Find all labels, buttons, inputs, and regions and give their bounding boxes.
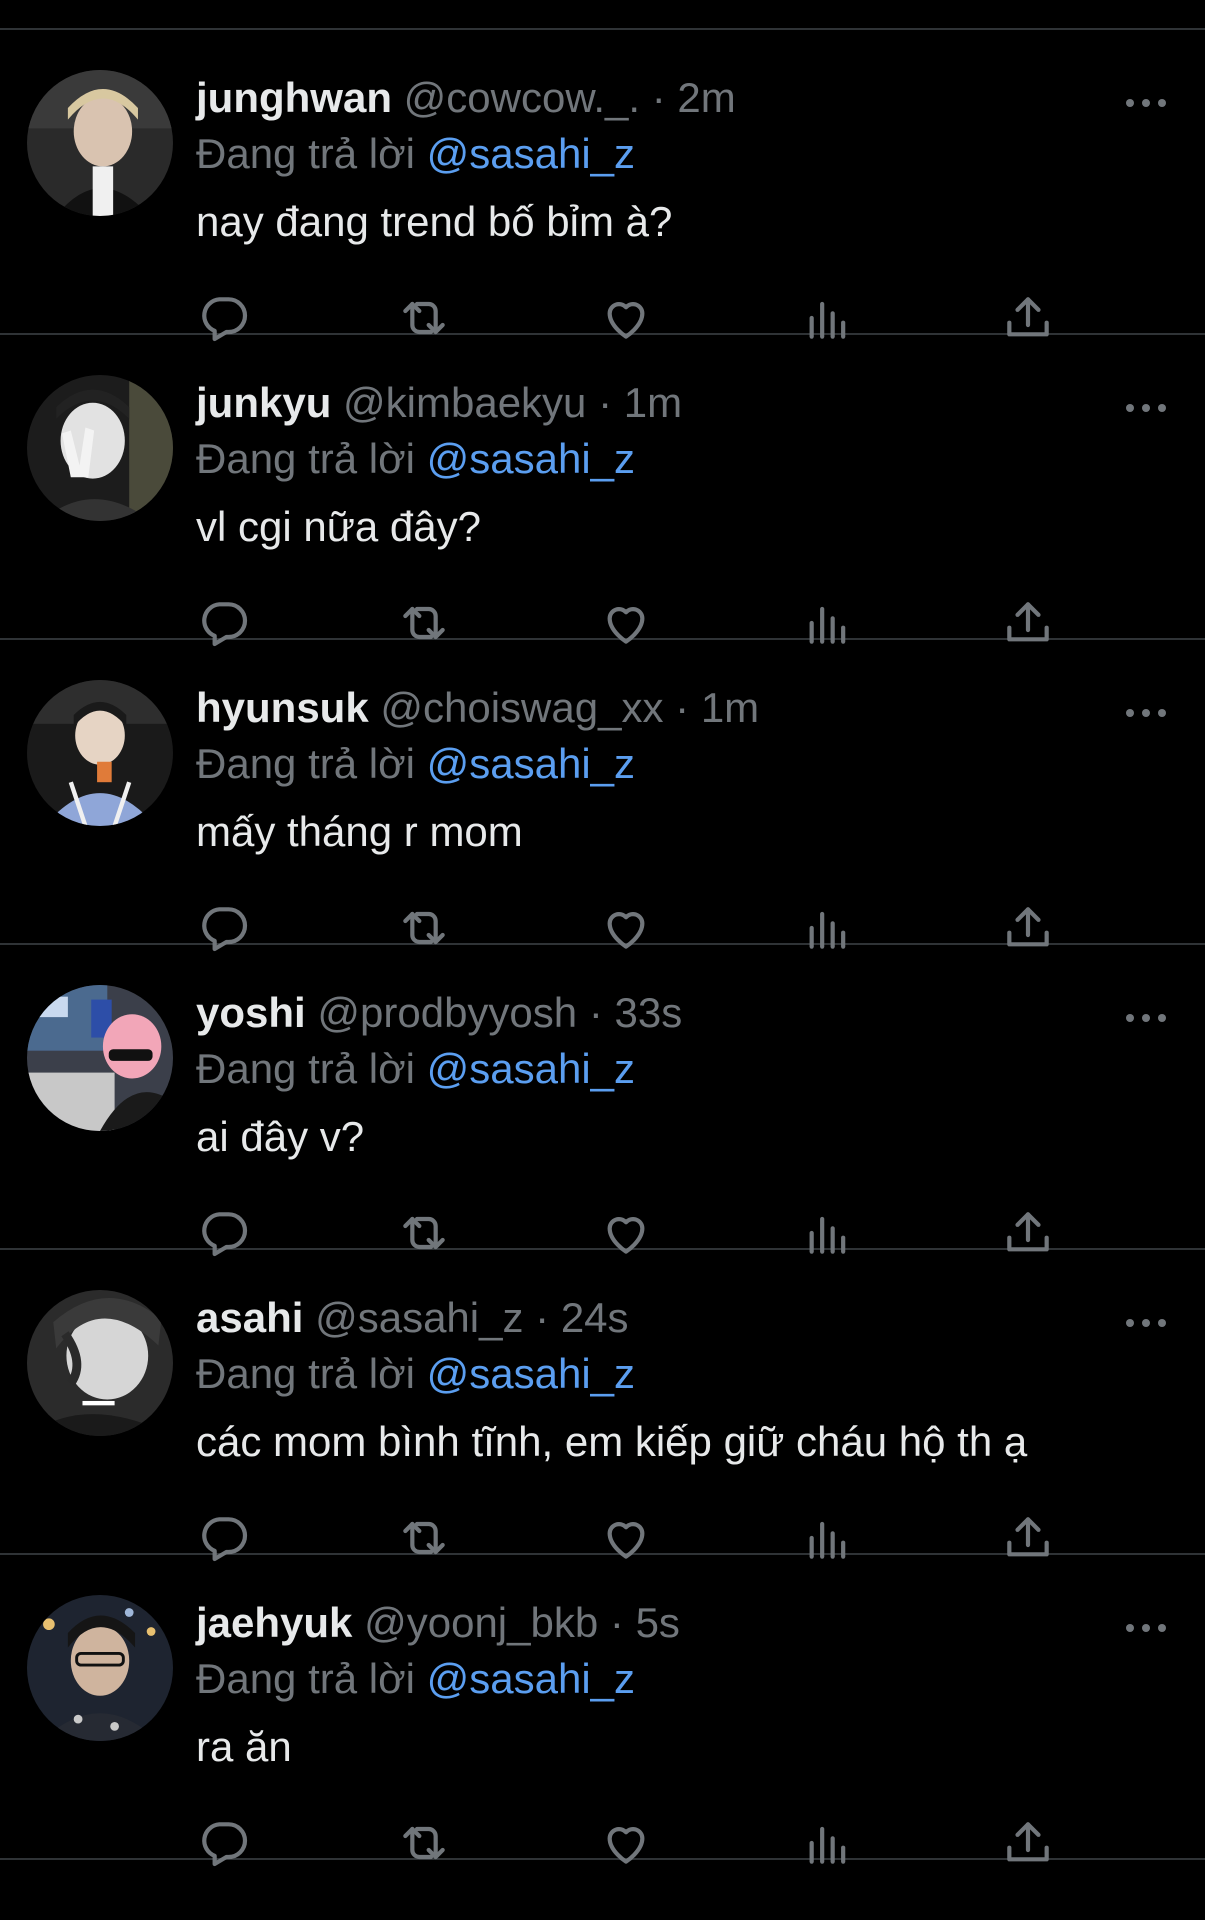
- tweet-header: yoshi @prodbyyosh · 33s: [196, 985, 682, 1041]
- more-icon[interactable]: [1122, 1613, 1170, 1643]
- tweet-text: nay đang trend bố bỉm à?: [196, 198, 673, 245]
- more-icon[interactable]: [1122, 393, 1170, 423]
- reply-icon[interactable]: [196, 1815, 252, 1871]
- timestamp[interactable]: 24s: [561, 1294, 629, 1341]
- tweet-text: mấy tháng r mom: [196, 808, 523, 855]
- replying-to-label: Đang trả lời: [196, 1350, 415, 1397]
- display-name[interactable]: yoshi: [196, 989, 306, 1036]
- display-name[interactable]: jaehyuk: [196, 1599, 352, 1646]
- tweet[interactable]: jaehyuk @yoonj_bkb · 5s Đang trả lời @sa…: [0, 1555, 1205, 1867]
- avatar-photo: [27, 1290, 173, 1436]
- separator-dot: ·: [535, 1294, 550, 1341]
- tweet-header: jaehyuk @yoonj_bkb · 5s: [196, 1595, 680, 1651]
- timestamp[interactable]: 1m: [624, 379, 682, 426]
- tweet[interactable]: hyunsuk @choiswag_xx · 1m Đang trả lời @…: [0, 640, 1205, 952]
- separator-dot: ·: [588, 989, 603, 1036]
- replying-to-label: Đang trả lời: [196, 1045, 415, 1092]
- separator-dot: ·: [598, 379, 613, 426]
- more-icon[interactable]: [1122, 1003, 1170, 1033]
- tweet[interactable]: asahi @sasahi_z · 24s Đang trả lời @sasa…: [0, 1250, 1205, 1562]
- avatar[interactable]: [27, 1290, 173, 1436]
- mention-link[interactable]: @sasahi_z: [427, 1045, 635, 1092]
- reply-feed: junghwan @cowcow._. · 2m Đang trả lời @s…: [0, 30, 1205, 1867]
- mention-link[interactable]: @sasahi_z: [427, 1655, 635, 1702]
- avatar-photo: [27, 680, 173, 826]
- share-icon[interactable]: [1000, 1815, 1056, 1871]
- mention-link[interactable]: @sasahi_z: [427, 740, 635, 787]
- tweet-text: vl cgi nữa đây?: [196, 503, 481, 550]
- tweet[interactable]: yoshi @prodbyyosh · 33s Đang trả lời @sa…: [0, 945, 1205, 1257]
- tweet-text: ai đây v?: [196, 1113, 365, 1160]
- tweet-header: junkyu @kimbaekyu · 1m: [196, 375, 682, 431]
- tweet[interactable]: junghwan @cowcow._. · 2m Đang trả lời @s…: [0, 30, 1205, 342]
- avatar[interactable]: [27, 985, 173, 1131]
- tweet-header: hyunsuk @choiswag_xx · 1m: [196, 680, 759, 736]
- tweet-text: các mom bình tĩnh, em kiếp giữ cháu hộ t…: [196, 1418, 1028, 1465]
- avatar-photo: [27, 1595, 173, 1741]
- avatar-photo: [27, 70, 173, 216]
- tweet-header: asahi @sasahi_z · 24s: [196, 1290, 629, 1346]
- more-icon[interactable]: [1122, 698, 1170, 728]
- avatar[interactable]: [27, 680, 173, 826]
- user-handle[interactable]: @choiswag_xx: [380, 684, 663, 731]
- more-icon[interactable]: [1122, 88, 1170, 118]
- timestamp[interactable]: 5s: [636, 1599, 680, 1646]
- replying-to: Đang trả lời @sasahi_z: [196, 1346, 635, 1402]
- avatar[interactable]: [27, 70, 173, 216]
- avatar-photo: [27, 375, 173, 521]
- separator-dot: ·: [651, 74, 666, 121]
- replying-to-label: Đang trả lời: [196, 130, 415, 177]
- separator-dot: ·: [609, 1599, 624, 1646]
- tweet-header: junghwan @cowcow._. · 2m: [196, 70, 736, 126]
- heart-icon[interactable]: [598, 1815, 654, 1871]
- mention-link[interactable]: @sasahi_z: [427, 1350, 635, 1397]
- separator-dot: ·: [675, 684, 690, 731]
- mention-link[interactable]: @sasahi_z: [427, 130, 635, 177]
- timestamp[interactable]: 2m: [677, 74, 735, 121]
- user-handle[interactable]: @sasahi_z: [315, 1294, 523, 1341]
- avatar[interactable]: [27, 375, 173, 521]
- action-bar: [196, 1815, 1096, 1875]
- replying-to: Đang trả lời @sasahi_z: [196, 431, 635, 487]
- views-icon[interactable]: [800, 1815, 856, 1871]
- timestamp[interactable]: 1m: [701, 684, 759, 731]
- user-handle[interactable]: @yoonj_bkb: [364, 1599, 598, 1646]
- display-name[interactable]: junkyu: [196, 379, 331, 426]
- retweet-icon[interactable]: [396, 1815, 452, 1871]
- user-handle[interactable]: @cowcow._.: [404, 74, 640, 121]
- tweet[interactable]: junkyu @kimbaekyu · 1m Đang trả lời @sas…: [0, 335, 1205, 647]
- display-name[interactable]: asahi: [196, 1294, 303, 1341]
- user-handle[interactable]: @prodbyyosh: [317, 989, 577, 1036]
- avatar[interactable]: [27, 1595, 173, 1741]
- replying-to-label: Đang trả lời: [196, 435, 415, 482]
- display-name[interactable]: junghwan: [196, 74, 392, 121]
- more-icon[interactable]: [1122, 1308, 1170, 1338]
- replying-to: Đang trả lời @sasahi_z: [196, 736, 635, 792]
- timestamp[interactable]: 33s: [615, 989, 683, 1036]
- display-name[interactable]: hyunsuk: [196, 684, 369, 731]
- replying-to: Đang trả lời @sasahi_z: [196, 126, 635, 182]
- replying-to: Đang trả lời @sasahi_z: [196, 1041, 635, 1097]
- user-handle[interactable]: @kimbaekyu: [343, 379, 586, 426]
- replying-to-label: Đang trả lời: [196, 740, 415, 787]
- avatar-photo: [27, 985, 173, 1131]
- mention-link[interactable]: @sasahi_z: [427, 435, 635, 482]
- replying-to: Đang trả lời @sasahi_z: [196, 1651, 635, 1707]
- replying-to-label: Đang trả lời: [196, 1655, 415, 1702]
- tweet-text: ra ăn: [196, 1723, 292, 1770]
